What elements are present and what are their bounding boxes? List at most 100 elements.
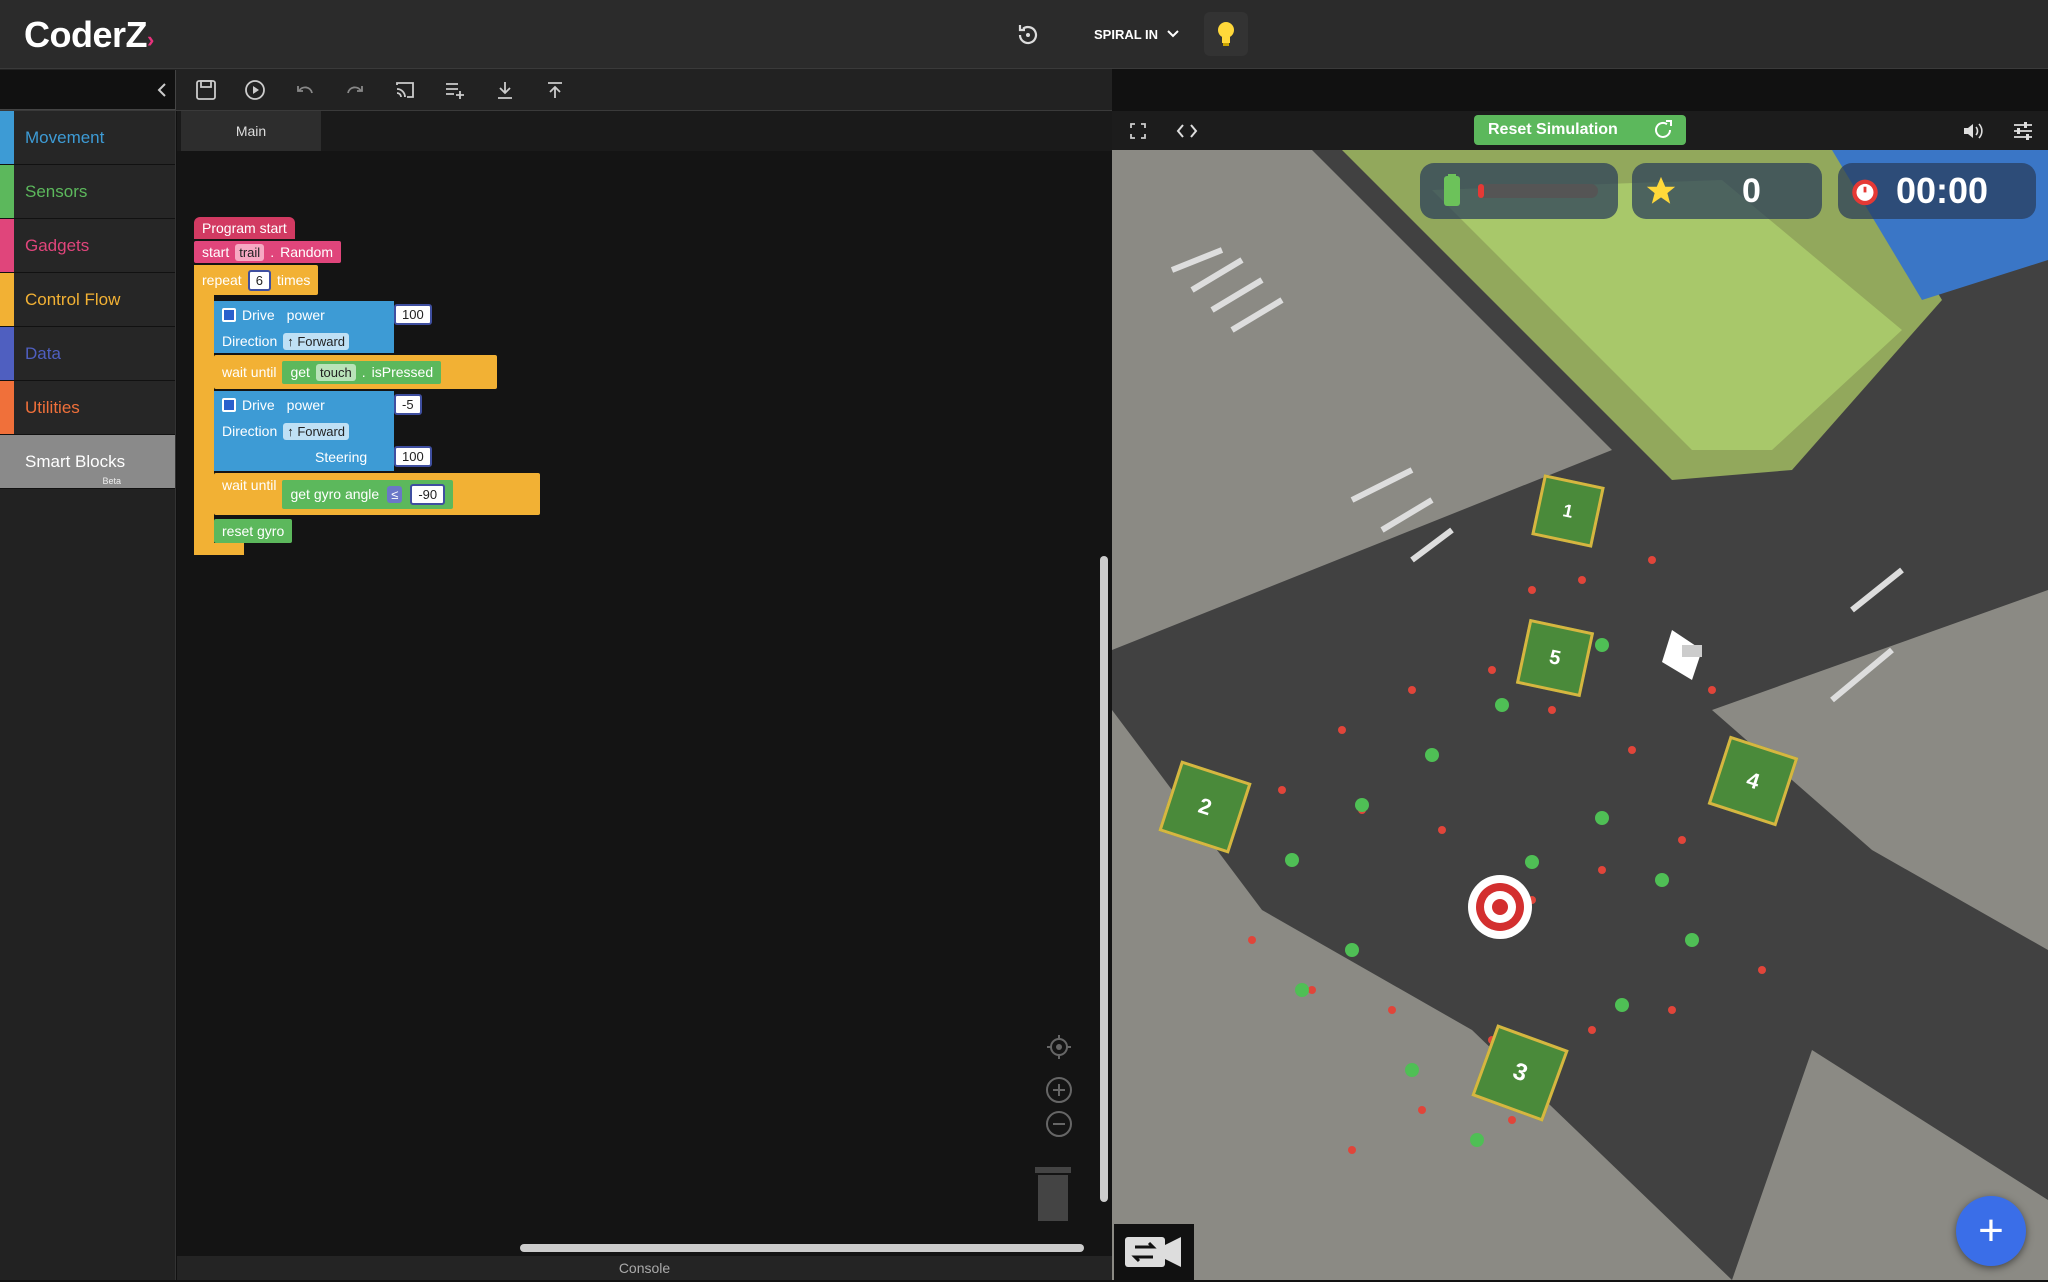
simulation-scene[interactable]: 1 5 2 4 3 (1112, 150, 2048, 1280)
switch-camera-button[interactable] (1114, 1224, 1194, 1280)
upload-icon[interactable] (541, 76, 569, 104)
block-text: Direction (222, 333, 278, 349)
wait-until-touch-block[interactable]: wait until get touch . isPressed (214, 355, 497, 389)
steering-row: Steering (307, 445, 375, 469)
star-icon (1646, 176, 1676, 204)
block-text: start (202, 244, 230, 260)
fullscreen-icon[interactable] (1130, 123, 1146, 139)
category-label: Sensors (25, 181, 88, 201)
box-label: 1 (1561, 499, 1576, 522)
mission-label: SPIRAL IN (1094, 26, 1159, 42)
steering-slot[interactable]: 100 (392, 445, 434, 467)
block-text: power (286, 397, 325, 413)
angle-input[interactable]: -90 (410, 483, 446, 505)
trash-icon[interactable] (1031, 1165, 1075, 1225)
history-icon[interactable] (1012, 20, 1042, 50)
box-label: 4 (1743, 766, 1763, 795)
block-text: Steering (315, 449, 368, 465)
score-hud: 0 (1632, 163, 1822, 219)
gyro-compare-block[interactable]: get gyro angle ≤ -90 (282, 479, 454, 509)
chevron-left-icon[interactable] (156, 82, 168, 98)
get-touch-block[interactable]: get touch . isPressed (282, 360, 442, 384)
drive-block-1[interactable]: Drive power (214, 303, 333, 327)
vertical-scrollbar[interactable] (1100, 556, 1108, 1202)
battery-fill (1478, 184, 1484, 198)
console-bar[interactable]: Console (177, 1256, 1112, 1280)
block-text: Drive (242, 307, 275, 323)
block-text: wait until (222, 477, 277, 493)
category-sensors[interactable]: Sensors (0, 165, 175, 219)
repeat-block-foot (194, 543, 244, 555)
gear-icon (222, 308, 236, 322)
category-movement[interactable]: Movement (0, 111, 175, 165)
recenter-icon[interactable] (1045, 1033, 1073, 1061)
add-button[interactable]: + (1956, 1196, 2026, 1266)
direction-dropdown[interactable]: ↑ Forward (283, 422, 350, 440)
camera-switch-icon (1125, 1237, 1181, 1267)
start-trail-block[interactable]: start trail . Random (194, 241, 341, 263)
cast-icon[interactable] (391, 76, 419, 104)
power-2-slot[interactable]: -5 (392, 393, 424, 415)
block-text: repeat (202, 272, 242, 288)
power-input[interactable]: 100 (394, 303, 432, 325)
mission-dropdown[interactable]: SPIRAL IN (1094, 22, 1180, 46)
stopwatch-icon (1852, 179, 1878, 206)
reset-simulation-button[interactable]: Reset Simulation (1474, 115, 1686, 145)
block-text: wait until (222, 364, 277, 380)
code-workspace[interactable]: Main Program start start trail . Random … (177, 111, 1112, 1280)
timer-hud: 00:00 (1838, 163, 2036, 219)
category-gadgets[interactable]: Gadgets (0, 219, 175, 273)
power-input[interactable]: -5 (394, 393, 422, 415)
collapse-sidebar-strip (0, 70, 176, 110)
zoom-out-icon[interactable] (1045, 1110, 1073, 1138)
direction-dropdown[interactable]: ↑ Forward (283, 332, 350, 350)
tab-main[interactable]: Main (181, 111, 321, 151)
box-label: 3 (1509, 1057, 1532, 1088)
block-text: . (361, 364, 366, 380)
power-1-slot[interactable]: 100 (392, 303, 434, 325)
category-utilities[interactable]: Utilities (0, 381, 175, 435)
steering-input[interactable]: 100 (394, 445, 432, 467)
undo-icon[interactable] (291, 76, 319, 104)
volume-icon[interactable] (1962, 121, 1984, 141)
reset-gyro-block[interactable]: reset gyro (214, 519, 293, 543)
settings-sliders-icon[interactable] (2012, 121, 2034, 141)
add-list-icon[interactable] (441, 76, 469, 104)
box-label: 2 (1195, 792, 1215, 821)
category-label: Gadgets (25, 235, 90, 255)
horizontal-scrollbar[interactable] (520, 1244, 1084, 1252)
operator-dropdown[interactable]: ≤ (387, 485, 403, 503)
block-text: power (286, 307, 325, 323)
battery-icon (1444, 174, 1460, 206)
category-data[interactable]: Data (0, 327, 175, 381)
repeat-count-input[interactable]: 6 (247, 269, 271, 291)
box-label: 5 (1547, 645, 1563, 670)
block-text: . (270, 244, 275, 260)
battery-hud (1420, 163, 1618, 219)
zoom-in-icon[interactable] (1045, 1076, 1073, 1104)
direction-row-2: Direction ↑ Forward (214, 419, 357, 443)
repeat-block[interactable]: repeat 6 times (194, 265, 319, 295)
timer-value: 00:00 (1896, 170, 1989, 211)
category-smart-blocks[interactable]: Smart Blocks Beta (0, 435, 175, 489)
play-icon[interactable] (241, 76, 269, 104)
download-icon[interactable] (491, 76, 519, 104)
drive-block-2[interactable]: Drive power (214, 393, 333, 417)
box-5: 5 (1515, 618, 1595, 698)
redo-icon[interactable] (341, 76, 369, 104)
lightbulb-icon[interactable] (1204, 12, 1248, 56)
program-start-block[interactable]: Program start (194, 217, 295, 239)
trail-dropdown[interactable]: trail (235, 243, 265, 261)
save-icon[interactable] (192, 76, 220, 104)
chevron-down-icon (1167, 30, 1179, 38)
wait-until-gyro-block[interactable]: wait until get gyro angle ≤ -90 (214, 473, 540, 515)
block-text: isPressed (371, 364, 434, 380)
random-dropdown[interactable]: Random (280, 244, 333, 260)
block-text: get gyro angle (290, 486, 380, 502)
block-categories-sidebar: Movement Sensors Gadgets Control Flow Da… (0, 111, 176, 1280)
code-view-icon[interactable] (1176, 121, 1198, 141)
touch-dropdown[interactable]: touch (315, 363, 356, 381)
coderz-logo[interactable]: CoderZ› (24, 14, 154, 56)
simulation-panel: 1 5 2 4 3 Reset Simulation 0 00:00 (1112, 111, 2048, 1280)
category-control-flow[interactable]: Control Flow (0, 273, 175, 327)
